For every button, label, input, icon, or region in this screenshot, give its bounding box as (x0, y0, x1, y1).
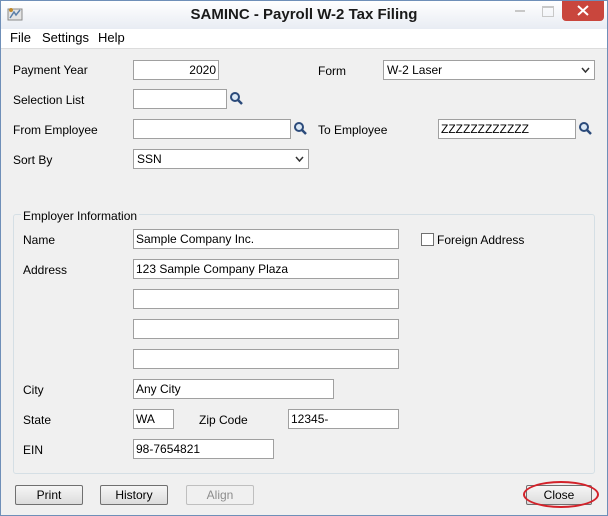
from-employee-input[interactable] (133, 119, 291, 139)
employer-information-title: Employer Information (21, 209, 140, 223)
print-button[interactable]: Print (15, 485, 83, 505)
search-icon[interactable] (578, 121, 594, 137)
payment-year-input[interactable]: 2020 (133, 60, 219, 80)
menu-help[interactable]: Help (98, 30, 125, 45)
to-employee-input[interactable]: ZZZZZZZZZZZZ (438, 119, 576, 139)
highlight-circle (523, 481, 599, 508)
to-employee-label: To Employee (318, 123, 388, 137)
title-bar: SAMINC - Payroll W-2 Tax Filing (1, 1, 607, 29)
name-label: Name (23, 233, 56, 247)
menu-settings[interactable]: Settings (42, 30, 89, 45)
foreign-address-checkbox[interactable] (421, 233, 434, 246)
sort-by-select-value: SSN (137, 152, 162, 166)
zip-code-input[interactable]: 12345- (288, 409, 399, 429)
payment-year-label: Payment Year (13, 63, 88, 77)
sort-by-select[interactable]: SSN (133, 149, 309, 169)
selection-list-input[interactable] (133, 89, 227, 109)
foreign-address-label: Foreign Address (437, 233, 525, 247)
history-button[interactable]: History (100, 485, 168, 505)
address-line-3-input[interactable] (133, 319, 399, 339)
ein-label: EIN (23, 443, 44, 457)
from-employee-label: From Employee (13, 123, 98, 137)
form-label: Form (318, 64, 346, 78)
ein-input[interactable]: 98-7654821 (133, 439, 274, 459)
form-select-value: W-2 Laser (387, 63, 443, 77)
payroll-w2-window: SAMINC - Payroll W-2 Tax Filing File Set… (0, 0, 608, 516)
search-icon[interactable] (293, 121, 309, 137)
employer-information-group (13, 214, 595, 474)
form-select[interactable]: W-2 Laser (383, 60, 595, 80)
search-icon[interactable] (229, 91, 245, 107)
chevron-down-icon (581, 67, 590, 73)
selection-list-label: Selection List (13, 93, 85, 107)
window-close-button[interactable] (562, 1, 604, 21)
minimize-button[interactable] (507, 1, 533, 21)
address-line-2-input[interactable] (133, 289, 399, 309)
address-line-1-input[interactable]: 123 Sample Company Plaza (133, 259, 399, 279)
zip-code-label: Zip Code (199, 413, 248, 427)
city-input[interactable]: Any City (133, 379, 334, 399)
maximize-button[interactable] (534, 1, 560, 21)
city-label: City (23, 383, 44, 397)
close-icon (577, 5, 589, 16)
state-input[interactable]: WA (133, 409, 174, 429)
align-button: Align (186, 485, 254, 505)
address-line-4-input[interactable] (133, 349, 399, 369)
menu-file[interactable]: File (10, 30, 31, 45)
sort-by-label: Sort By (13, 153, 53, 167)
employer-name-input[interactable]: Sample Company Inc. (133, 229, 399, 249)
menu-bar: File Settings Help (1, 29, 607, 49)
address-label: Address (23, 263, 68, 277)
state-label: State (23, 413, 52, 427)
chevron-down-icon (295, 156, 304, 162)
